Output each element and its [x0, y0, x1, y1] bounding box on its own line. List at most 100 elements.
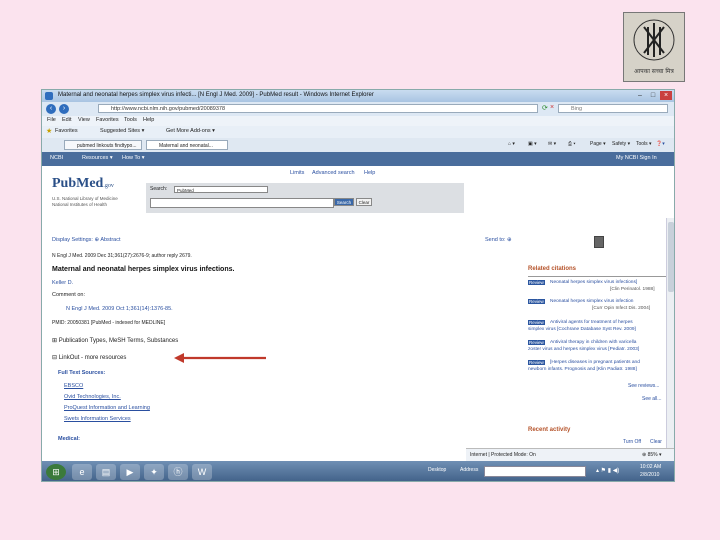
full-text-icon[interactable] [594, 236, 604, 248]
refresh-icon[interactable]: ⟳ [542, 104, 548, 112]
medical-label: Medical: [58, 436, 81, 442]
related-link[interactable]: Neonatal herpes simplex virus infection [550, 299, 633, 304]
pmid: PMID: 20050381 [PubMed - indexed for MED… [52, 320, 166, 326]
account-links[interactable]: My NCBI Sign In [616, 155, 657, 161]
database-select[interactable]: PubMed [174, 186, 268, 193]
favorites-button[interactable]: Favorites [55, 128, 78, 134]
related-link-cont[interactable]: simplex virus [Cochrane Database Syst Re… [528, 327, 636, 332]
advanced-search-link[interactable]: Advanced search [312, 170, 355, 176]
forward-icon[interactable]: › [59, 104, 69, 114]
clear-button[interactable]: Clear [356, 198, 372, 206]
menu-view[interactable]: View [78, 117, 90, 123]
see-reviews-link[interactable]: See reviews... [628, 383, 659, 389]
tab-pubmed-linkouts[interactable]: pubmed linkouts findtypo... [64, 140, 142, 150]
related-link-cont[interactable]: zoster virus and herpes simplex virus [P… [528, 347, 639, 352]
suggested-sites-link[interactable]: Suggested Sites ▾ [100, 128, 144, 134]
windows-taskbar: ⊞ e ▤ ▶ ✦ ⓗ W Desktop Address ▴ ⚑ ▮ ◀) 1… [42, 461, 674, 481]
mail-icon[interactable]: ✉ ▾ [548, 141, 556, 147]
publication-types-toggle[interactable]: ⊞ Publication Types, MeSH Terms, Substan… [52, 337, 178, 344]
related-ref: [Curr Opin Infect Dis. 2004] [592, 306, 651, 311]
minimize-button[interactable]: – [634, 91, 646, 100]
pubmed-logo[interactable]: PubMed.gov [52, 176, 114, 192]
review-badge: Review [528, 360, 545, 365]
help-icon[interactable]: ❓▾ [656, 141, 665, 147]
clock-date[interactable]: 2/8/2010 [640, 472, 659, 478]
window-title: Maternal and neonatal herpes simplex vir… [58, 92, 374, 98]
search-query-input[interactable] [150, 198, 334, 208]
article-title: Maternal and neonatal herpes simplex vir… [52, 266, 235, 273]
clock-time[interactable]: 10:02 AM [640, 464, 661, 470]
page-menu[interactable]: Page ▾ [590, 141, 606, 147]
tools-menu[interactable]: Tools ▾ [636, 141, 652, 147]
zoom-level[interactable]: ⊕ 85% ▾ [642, 452, 662, 458]
linkout-toggle[interactable]: ⊟ LinkOut - more resources [52, 354, 126, 361]
print-icon[interactable]: ⎙ ▾ [568, 141, 576, 147]
taskbar-address-input[interactable] [484, 466, 586, 477]
tray-icons[interactable]: ▴ ⚑ ▮ ◀) [596, 467, 619, 474]
see-all-link[interactable]: See all... [642, 396, 661, 402]
status-bar: Internet | Protected Mode: On ⊕ 85% ▾ [466, 448, 674, 461]
review-badge: Review [528, 280, 545, 285]
start-button[interactable]: ⊞ [46, 464, 66, 480]
tab-maternal-neonatal[interactable]: Maternal and neonatal... [146, 140, 228, 150]
back-icon[interactable]: ‹ [46, 104, 56, 114]
related-link[interactable]: [Herpes diseases in pregnant patients an… [550, 360, 640, 365]
menu-edit[interactable]: Edit [62, 117, 71, 123]
hp-taskbar-icon[interactable]: ⓗ [168, 464, 188, 480]
help-link[interactable]: Help [364, 170, 375, 176]
favorites-star-icon: ★ [46, 128, 53, 135]
display-settings-link[interactable]: Display Settings: ⊕ Abstract [52, 237, 121, 243]
resources-menu[interactable]: Resources ▾ [82, 155, 113, 161]
logo-caption: आपका सच्चा मित्र [634, 67, 674, 75]
url-input[interactable]: http://www.ncbi.nlm.nih.gov/pubmed/20089… [98, 104, 538, 113]
home-icon[interactable]: ⌂ ▾ [508, 141, 515, 147]
ie-taskbar-icon[interactable]: e [72, 464, 92, 480]
media-taskbar-icon[interactable]: ▶ [120, 464, 140, 480]
app-taskbar-icon[interactable]: ✦ [144, 464, 164, 480]
comment-link[interactable]: N Engl J Med. 2009 Oct 1;361(14):1376-85… [66, 306, 173, 312]
red-arrow-annotation [174, 353, 266, 363]
send-to-link[interactable]: Send to: ⊕ [485, 237, 512, 243]
desktop-toolbar[interactable]: Desktop [428, 467, 446, 473]
menu-help[interactable]: Help [143, 117, 154, 123]
ncbi-logo[interactable]: NCBI [50, 155, 63, 161]
source-link[interactable]: Swets Information Services [64, 416, 131, 422]
get-addons-link[interactable]: Get More Add-ons ▾ [166, 128, 215, 134]
linkout-label: LinkOut - more resources [58, 355, 127, 361]
search-button[interactable]: Search [334, 198, 354, 206]
related-link[interactable]: Neonatal herpes simplex virus infections… [550, 280, 637, 285]
turn-off-link[interactable]: Turn Off [623, 439, 641, 445]
bing-search-input[interactable]: Bing [558, 104, 668, 113]
source-link[interactable]: Ovid Technologies, Inc. [64, 394, 121, 400]
pubmed-logo-text: PubMed [52, 176, 104, 191]
limits-link[interactable]: Limits [290, 170, 304, 176]
maximize-button[interactable]: □ [647, 91, 659, 100]
word-taskbar-icon[interactable]: W [192, 464, 212, 480]
related-link-cont[interactable]: newborn infants. Prognosis and [Klin Pad… [528, 367, 637, 372]
safety-menu[interactable]: Safety ▾ [612, 141, 630, 147]
menu-tools[interactable]: Tools [124, 117, 137, 123]
review-badge: Review [528, 320, 545, 325]
related-link[interactable]: Antiviral agents for treatment of herpes [550, 320, 633, 325]
related-ref: [Clin Perinatol. 1988] [610, 287, 655, 292]
vertical-scrollbar[interactable] [666, 218, 674, 460]
menu-file[interactable]: File [47, 117, 56, 123]
pubmed-search-area: PubMed.gov U.S. National Library of Medi… [42, 166, 674, 218]
clear-activity-link[interactable]: Clear [650, 439, 662, 445]
stop-icon[interactable]: × [550, 104, 554, 111]
explorer-taskbar-icon[interactable]: ▤ [96, 464, 116, 480]
review-badge: Review [528, 340, 545, 345]
source-link[interactable]: EBSCO [64, 383, 83, 389]
related-link[interactable]: Antiviral therapy in children with varic… [550, 340, 636, 345]
institution-logo: आपका सच्चा मित्र [623, 12, 685, 82]
ie-icon [45, 92, 53, 100]
close-button[interactable]: × [660, 91, 672, 100]
nlm-subtitle: U.S. National Library of Medicine Nation… [52, 196, 152, 208]
scrollbar-thumb[interactable] [668, 222, 674, 292]
howto-menu[interactable]: How To ▾ [122, 155, 145, 161]
feeds-icon[interactable]: ▣ ▾ [528, 141, 537, 147]
source-link[interactable]: ProQuest Information and Learning [64, 405, 150, 411]
menu-favorites[interactable]: Favorites [96, 117, 119, 123]
author-link[interactable]: Keller D. [52, 280, 73, 286]
address-bar: ‹ › http://www.ncbi.nlm.nih.gov/pubmed/2… [42, 102, 674, 116]
